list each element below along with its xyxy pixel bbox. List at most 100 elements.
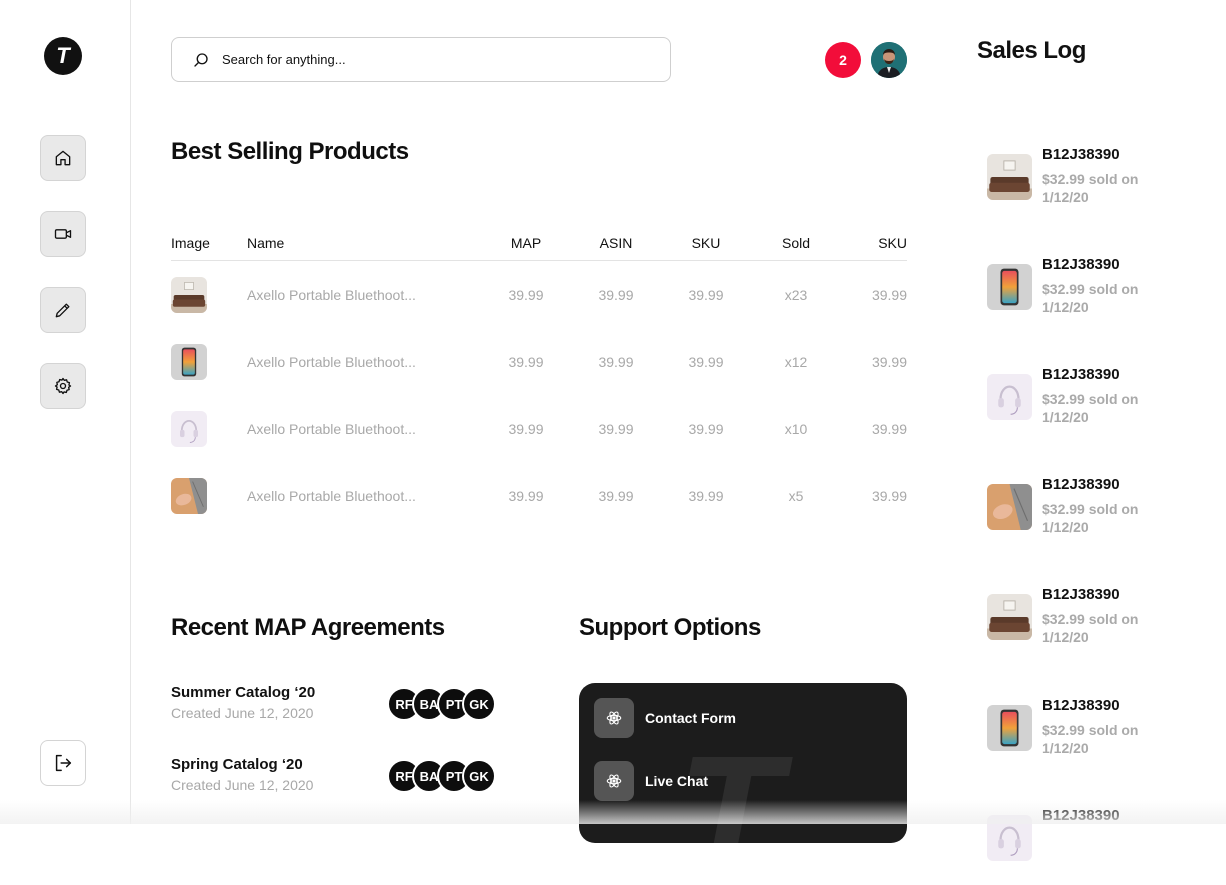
product-name: Axello Portable Bluethoot...	[247, 487, 416, 504]
support-card: T Contact Form Live Chat	[579, 683, 907, 843]
support-options-title: Support Options	[579, 614, 761, 641]
brand-logo[interactable]: T	[44, 37, 82, 75]
cell-map: 39.99	[508, 420, 544, 437]
sales-log-title: Sales Log	[977, 37, 1086, 64]
cell-map: 39.99	[508, 353, 544, 370]
cell-sold: x23	[784, 286, 808, 303]
gear-icon	[54, 377, 72, 395]
support-item-label: Live Chat	[645, 773, 709, 789]
sales-log-item[interactable]: B12J38390 $32.99 sold on 1/12/20	[987, 146, 1187, 224]
agreement-item[interactable]: Summer Catalog ‘20 Created June 12, 2020…	[171, 684, 501, 730]
product-thumbnail	[171, 343, 207, 380]
cell-asin: 39.99	[598, 353, 634, 370]
sale-sku: B12J38390	[1042, 586, 1120, 603]
table-header: Image Name MAP ASIN SKU Sold SKU	[171, 226, 907, 261]
avatar[interactable]	[871, 42, 907, 78]
contact-form-button[interactable]: Contact Form	[594, 698, 736, 738]
product-thumbnail	[987, 815, 1032, 861]
pencil-icon	[55, 303, 70, 318]
sidebar-item-edit[interactable]	[40, 287, 86, 333]
column-header-sku-2: SKU	[878, 235, 907, 251]
product-thumbnail	[171, 477, 207, 514]
sale-meta: $32.99 sold on 1/12/20	[1042, 501, 1139, 535]
sales-log-item[interactable]: B12J38390 $32.99 sold on 1/12/20	[987, 697, 1187, 775]
search-icon	[194, 52, 208, 67]
column-header-map: MAP	[510, 235, 542, 251]
atom-icon	[594, 761, 634, 801]
participant-avatars: RF BA PT GK	[387, 687, 496, 721]
product-thumbnail	[987, 154, 1032, 200]
cell-map: 39.99	[508, 286, 544, 303]
table-row[interactable]: Axello Portable Bluethoot... 39.99 39.99…	[171, 261, 907, 328]
column-header-name: Name	[247, 235, 285, 251]
product-thumbnail	[987, 374, 1032, 420]
support-item-label: Contact Form	[645, 710, 736, 726]
sale-sku: B12J38390	[1042, 146, 1120, 163]
sales-log-item[interactable]: B12J38390 $32.99 sold on 1/12/20	[987, 476, 1187, 554]
sale-meta: $32.99 sold on 1/12/20	[1042, 171, 1139, 205]
cell-sold: x12	[784, 353, 808, 370]
product-thumbnail	[987, 594, 1032, 640]
sale-meta: $32.99 sold on 1/12/20	[1042, 722, 1139, 756]
best-selling-table: Image Name MAP ASIN SKU Sold SKU Axello …	[171, 226, 907, 529]
product-name: Axello Portable Bluethoot...	[247, 420, 416, 437]
column-header-sold: Sold	[781, 235, 811, 251]
product-name: Axello Portable Bluethoot...	[247, 286, 416, 303]
cell-sku-2: 39.99	[871, 420, 907, 437]
cell-sku: 39.99	[688, 353, 724, 370]
column-header-asin: ASIN	[599, 235, 633, 251]
search-input[interactable]	[222, 52, 622, 67]
sidebar: T	[0, 0, 131, 824]
agreement-item[interactable]: Spring Catalog ‘20 Created June 12, 2020…	[171, 756, 501, 802]
sale-meta: $32.99 sold on 1/12/20	[1042, 391, 1139, 425]
best-selling-title: Best Selling Products	[171, 138, 409, 165]
cell-sku-2: 39.99	[871, 353, 907, 370]
product-thumbnail	[987, 264, 1032, 310]
sale-sku: B12J38390	[1042, 697, 1120, 714]
product-thumbnail	[171, 410, 207, 447]
sidebar-item-video[interactable]	[40, 211, 86, 257]
cell-sold: x5	[788, 487, 804, 504]
cell-sku: 39.99	[688, 286, 724, 303]
participant-avatars: RF BA PT GK	[387, 759, 496, 793]
product-thumbnail	[987, 484, 1032, 530]
cell-sku: 39.99	[688, 420, 724, 437]
sale-meta: $32.99 sold on 1/12/20	[1042, 611, 1139, 645]
column-header-image: Image	[171, 235, 210, 251]
table-row[interactable]: Axello Portable Bluethoot... 39.99 39.99…	[171, 462, 907, 529]
participant-avatar: GK	[462, 759, 496, 793]
sales-log-item[interactable]: B12J38390 $32.99 sold on 1/12/20	[987, 586, 1187, 664]
cell-asin: 39.99	[598, 286, 634, 303]
cell-sku-2: 39.99	[871, 286, 907, 303]
cell-sku: 39.99	[688, 487, 724, 504]
video-icon	[54, 229, 72, 239]
sidebar-item-settings[interactable]	[40, 363, 86, 409]
column-header-sku: SKU	[691, 235, 721, 251]
sales-log-item[interactable]: B12J38390	[987, 807, 1187, 885]
live-chat-button[interactable]: Live Chat	[594, 761, 708, 801]
cell-map: 39.99	[508, 487, 544, 504]
sale-sku: B12J38390	[1042, 256, 1120, 273]
sale-sku: B12J38390	[1042, 366, 1120, 383]
cell-asin: 39.99	[598, 487, 634, 504]
table-row[interactable]: Axello Portable Bluethoot... 39.99 39.99…	[171, 328, 907, 395]
cell-sold: x10	[784, 420, 808, 437]
atom-icon	[594, 698, 634, 738]
participant-avatar: GK	[462, 687, 496, 721]
sale-sku: B12J38390	[1042, 807, 1120, 824]
map-agreements-title: Recent MAP Agreements	[171, 614, 445, 641]
sale-sku: B12J38390	[1042, 476, 1120, 493]
search-bar[interactable]	[171, 37, 671, 82]
sales-log-item[interactable]: B12J38390 $32.99 sold on 1/12/20	[987, 256, 1187, 334]
product-thumbnail	[171, 276, 207, 313]
sale-meta: $32.99 sold on 1/12/20	[1042, 281, 1139, 315]
logout-button[interactable]	[40, 740, 86, 786]
sales-log-item[interactable]: B12J38390 $32.99 sold on 1/12/20	[987, 366, 1187, 444]
table-row[interactable]: Axello Portable Bluethoot... 39.99 39.99…	[171, 395, 907, 462]
notification-badge[interactable]: 2	[825, 42, 861, 78]
product-thumbnail	[987, 705, 1032, 751]
logout-icon	[55, 754, 72, 772]
sidebar-item-home[interactable]	[40, 135, 86, 181]
home-icon	[55, 150, 71, 166]
cell-sku-2: 39.99	[871, 487, 907, 504]
